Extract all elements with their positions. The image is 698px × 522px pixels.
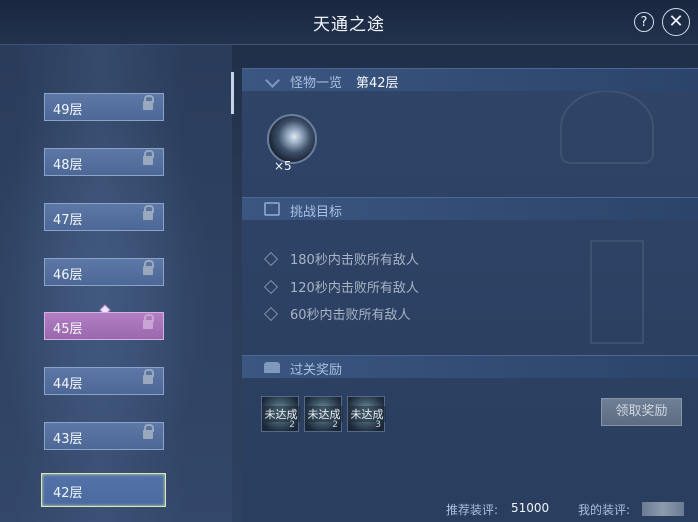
lock-icon	[143, 95, 154, 110]
my-score-label: 我的装评:	[578, 503, 631, 517]
floor-item-46[interactable]: 46层	[44, 258, 164, 286]
floor-label: 44层	[53, 377, 83, 392]
title-bar: 天通之途 ? ✕	[0, 0, 698, 45]
reward-item[interactable]: 未达成 2	[304, 396, 343, 432]
lock-icon	[143, 205, 154, 220]
floor-label: 46层	[53, 268, 83, 283]
lock-icon	[143, 369, 154, 384]
banner-decoration	[590, 240, 644, 344]
chest-icon	[264, 362, 280, 373]
floor-item-49[interactable]: 49层	[44, 93, 164, 121]
recommended-score-value: 51000	[511, 501, 550, 515]
reward-section-header: 过关奖励	[242, 355, 698, 378]
reward-count: 2	[289, 420, 295, 430]
floor-item-43[interactable]: 43层	[44, 422, 164, 450]
claim-reward-button[interactable]: 领取奖励	[601, 398, 682, 426]
floor-label: 47层	[53, 213, 83, 228]
monster-floor-label: 第42层	[356, 76, 399, 91]
floor-label: 42层	[53, 486, 83, 501]
monster-section-title: 怪物一览	[290, 76, 343, 91]
floor-item-45[interactable]: 45层	[44, 312, 164, 340]
game-window: 天通之途 ? ✕ 49层 48层 47层 46层 45层 44层 43层 42层	[0, 0, 698, 522]
my-score-value-obscured	[642, 502, 684, 516]
lock-icon	[143, 150, 154, 165]
floor-item-44[interactable]: 44层	[44, 367, 164, 395]
demon-emblem-decoration	[560, 90, 654, 164]
scrollbar-thumb[interactable]	[231, 72, 234, 114]
close-button[interactable]: ✕	[662, 8, 690, 36]
recommended-score-label: 推荐装评:	[446, 503, 499, 517]
reward-item[interactable]: 未达成 3	[347, 396, 386, 432]
reward-count: 3	[375, 420, 381, 430]
monster-portrait[interactable]	[267, 114, 317, 164]
floor-label: 45层	[53, 322, 83, 337]
lock-icon	[143, 260, 154, 275]
objective-section-title: 挑战目标	[290, 205, 343, 220]
window-title: 天通之途	[313, 15, 385, 35]
floor-label: 43层	[53, 432, 83, 447]
monster-icon	[264, 73, 280, 87]
reward-item[interactable]: 未达成 2	[261, 396, 300, 432]
reward-count: 2	[332, 420, 338, 430]
help-button[interactable]: ?	[634, 12, 654, 32]
objective-item: 60秒内击败所有敌人	[290, 308, 411, 323]
objective-section-header: 挑战目标	[242, 197, 698, 220]
objective-item: 120秒内击败所有敌人	[290, 281, 419, 296]
flag-icon	[264, 202, 280, 216]
floor-item-42[interactable]: 42层	[41, 473, 166, 507]
monster-count: ×5	[274, 159, 292, 173]
objective-item: 180秒内击败所有敌人	[290, 253, 419, 268]
lock-icon	[143, 314, 154, 329]
reward-section-title: 过关奖励	[290, 363, 343, 378]
floor-item-48[interactable]: 48层	[44, 148, 164, 176]
lock-icon	[143, 424, 154, 439]
floor-label: 49层	[53, 103, 83, 118]
floor-item-47[interactable]: 47层	[44, 203, 164, 231]
floor-label: 48层	[53, 158, 83, 173]
monster-section-header: 怪物一览 第42层	[242, 68, 698, 91]
